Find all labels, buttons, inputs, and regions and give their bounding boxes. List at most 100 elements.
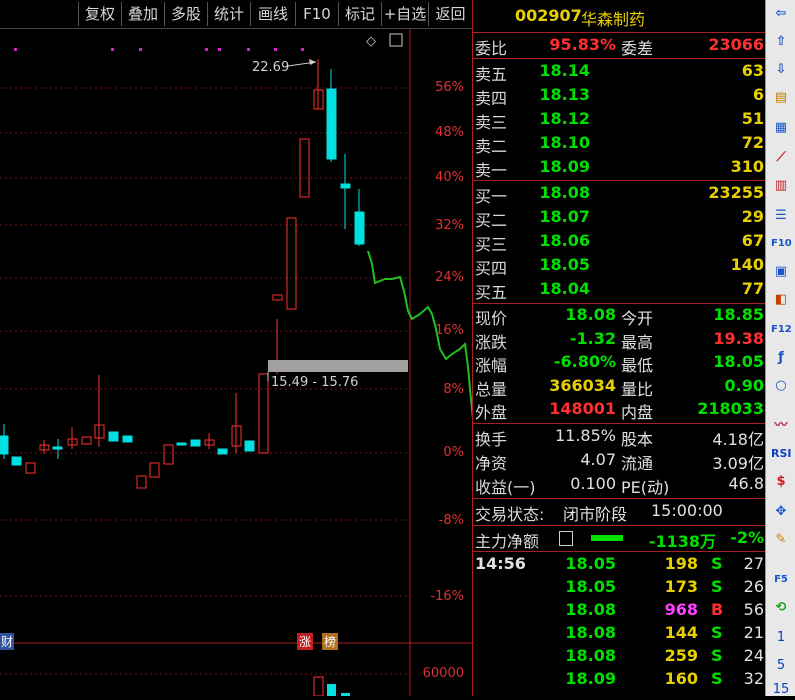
buy-level-label: 买四 xyxy=(475,259,508,278)
stat-row[interactable]: 涨幅 -6.80% 最低 18.05 xyxy=(473,352,766,375)
line-chart-icon[interactable]: ⟋ xyxy=(771,148,791,168)
tick-row[interactable]: 18.09 160 S 32 xyxy=(473,669,766,692)
stat2-row[interactable]: 净资 4.07 流通 3.09亿 xyxy=(473,450,766,473)
tick-row[interactable]: 18.05 173 S 26 xyxy=(473,577,766,600)
report-icon[interactable]: ▣ xyxy=(771,262,791,282)
buy-level-label: 买三 xyxy=(475,235,508,254)
pct-label-56: 56% xyxy=(435,80,464,95)
trade-status-row: 交易状态: 闭市阶段 15:00:00 xyxy=(473,501,766,524)
stat-row[interactable]: 现价 18.08 今开 18.85 xyxy=(473,305,766,328)
sell-row[interactable]: 卖一 18.09 310 xyxy=(473,157,766,180)
toolbar-button-stats[interactable]: 统计 xyxy=(207,2,250,26)
pencil-icon[interactable]: ✎ xyxy=(771,530,791,550)
tick-row[interactable]: 14:56 18.05 198 S 27 xyxy=(473,554,766,577)
trade-status-value: 闭市阶段 xyxy=(563,505,628,524)
period-1[interactable]: 1 xyxy=(771,628,791,648)
tag-bang[interactable]: 榜 xyxy=(322,633,339,650)
buy-row[interactable]: 买三 18.06 67 xyxy=(473,231,766,254)
kline-chart[interactable]: ◇ 22.69 15.49 - 15.76 56% 48% 40% 32% 24… xyxy=(0,29,472,696)
main-flow-value: -1138万 xyxy=(648,532,716,551)
buy-volume: 29 xyxy=(741,207,764,226)
toolbar-button-draw[interactable]: 画线 xyxy=(250,2,295,26)
rsi-icon[interactable]: RSI xyxy=(771,444,792,464)
tick-count: 26 xyxy=(743,577,764,596)
arrow-down-icon[interactable]: ⇩ xyxy=(771,60,791,80)
tick-side: S xyxy=(711,646,723,665)
tick-row[interactable]: 18.08 259 S 24 xyxy=(473,646,766,669)
formula-icon[interactable]: ƒ xyxy=(771,348,791,368)
svg-text:◇: ◇ xyxy=(366,34,376,49)
pct-label-neg8: -8% xyxy=(438,513,464,528)
f10-icon[interactable]: F10 xyxy=(771,234,792,254)
stat-label-2: 内盘 xyxy=(621,403,654,422)
period-15[interactable]: 15 xyxy=(771,680,791,700)
toolbar-button-add-watchlist[interactable]: +自选 xyxy=(381,2,428,26)
stat-value-2: 218033 xyxy=(697,399,764,418)
kline-svg[interactable]: ◇ xyxy=(0,29,472,696)
table-icon[interactable]: ☰ xyxy=(771,206,791,226)
tick-count: 27 xyxy=(743,554,764,573)
arrow-up-icon[interactable]: ⇧ xyxy=(771,32,791,52)
sell-volume: 51 xyxy=(741,109,764,128)
buy-row[interactable]: 买二 18.07 29 xyxy=(473,207,766,230)
stat-row[interactable]: 总量 366034 量比 0.90 xyxy=(473,376,766,399)
kline-icon[interactable]: ▥ xyxy=(771,176,791,196)
range-label: 15.49 - 15.76 xyxy=(271,375,359,390)
stat-value: 148001 xyxy=(549,399,616,418)
stat-label-2: 今开 xyxy=(621,309,654,328)
refresh-icon[interactable]: ⟲ xyxy=(771,598,791,618)
tag-cai[interactable]: 财 xyxy=(0,633,15,650)
stat2-value-2: 3.09亿 xyxy=(712,454,764,473)
sell-volume: 310 xyxy=(730,157,764,176)
buy-volume: 140 xyxy=(730,255,764,274)
main-flow-row: 主力净额 -1138万 -2% xyxy=(473,528,766,551)
tick-volume: 968 xyxy=(664,600,698,619)
tick-side: S xyxy=(711,623,723,642)
stat-label-2: 最高 xyxy=(621,332,654,352)
stat-value: 366034 xyxy=(549,375,616,395)
tick-row[interactable]: 18.08 144 S 21 xyxy=(473,623,766,646)
stat2-label: 净资 xyxy=(475,454,508,473)
stat-label: 涨跌 xyxy=(475,332,508,352)
toolbar-button-multi-stock[interactable]: 多股 xyxy=(164,2,207,26)
sell-volume: 63 xyxy=(741,61,764,80)
wave-icon[interactable]: 〰 xyxy=(771,416,791,436)
toolbar-button-overlay[interactable]: 叠加 xyxy=(121,2,164,26)
stat2-row[interactable]: 换手 11.85% 股本 4.18亿 xyxy=(473,426,766,449)
toolbar-button-mark[interactable]: 标记 xyxy=(338,2,381,26)
stat-row[interactable]: 涨跌 -1.32 最高 19.38 xyxy=(473,329,766,352)
buy-row[interactable]: 买四 18.05 140 xyxy=(473,255,766,278)
list-icon[interactable] xyxy=(559,531,573,546)
buy-row[interactable]: 买一 18.08 23255 xyxy=(473,183,766,206)
f5-icon[interactable]: F5 xyxy=(771,570,791,590)
stat-row[interactable]: 外盘 148001 内盘 218033 xyxy=(473,399,766,422)
book-icon[interactable]: ▤ xyxy=(771,88,791,108)
toolbar-button-back[interactable]: 返回 xyxy=(428,2,472,26)
sell-price: 18.14 xyxy=(539,61,590,80)
grid-icon[interactable]: ▦ xyxy=(771,118,791,138)
move-icon[interactable]: ✥ xyxy=(771,502,791,522)
tag-zhang[interactable]: 涨 xyxy=(297,633,314,650)
stat2-row[interactable]: 收益(一) 0.100 PE(动) 46.8 xyxy=(473,474,766,497)
tick-row[interactable]: 18.08 968 B 56 xyxy=(473,600,766,623)
stat2-value-2: 4.18亿 xyxy=(712,430,764,449)
stat-value-2: 0.90 xyxy=(724,375,764,395)
stat2-value: 11.85% xyxy=(554,426,616,445)
sell-row[interactable]: 卖三 18.12 51 xyxy=(473,109,766,132)
arrow-left-icon[interactable]: ⇦ xyxy=(771,4,791,24)
pct-label-40: 40% xyxy=(435,170,464,185)
circle-icon[interactable]: ○ xyxy=(771,376,791,396)
notes-icon[interactable]: ◧ xyxy=(771,290,791,310)
toolbar-button-fuquan[interactable]: 复权 xyxy=(78,2,121,26)
sell-row[interactable]: 卖二 18.10 72 xyxy=(473,133,766,156)
tick-price: 18.05 xyxy=(565,554,616,573)
dollar-icon[interactable]: $ xyxy=(771,472,791,492)
tick-volume: 144 xyxy=(664,623,698,642)
stock-name: 华森制药 xyxy=(581,10,646,29)
period-5[interactable]: 5 xyxy=(771,656,791,676)
toolbar-button-f10[interactable]: F10 xyxy=(295,2,338,26)
f12-icon[interactable]: F12 xyxy=(771,320,792,340)
buy-row[interactable]: 买五 18.04 77 xyxy=(473,279,766,302)
sell-row[interactable]: 卖四 18.13 6 xyxy=(473,85,766,108)
sell-row[interactable]: 卖五 18.14 63 xyxy=(473,61,766,84)
